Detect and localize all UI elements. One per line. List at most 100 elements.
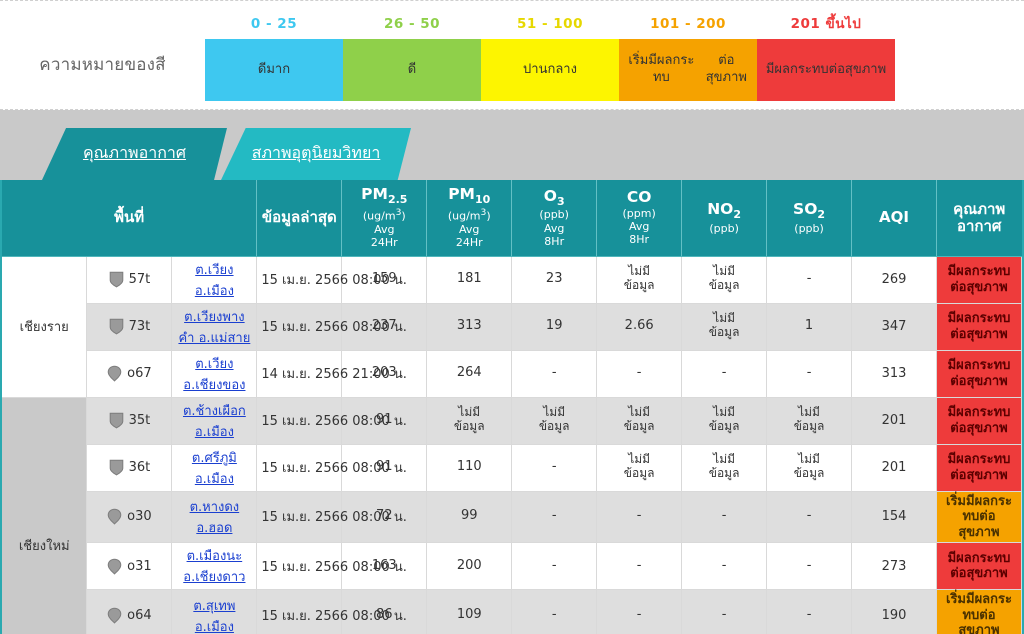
latest-data-cell: 15 เม.ย. 2566 08:00 น. [256, 397, 407, 445]
header-so2-name: SO [793, 199, 818, 218]
pm10-cell: 181 [426, 256, 513, 304]
station-cell: o67 [86, 350, 173, 398]
header-o3: O3 (ppb) Avg 8Hr [511, 180, 598, 257]
tab-meteorology[interactable]: สภาพอุตุนิยมวิทยา [221, 128, 411, 180]
air-quality-status-badge: เริ่มมีผลกระทบต่อ สุขภาพ [936, 491, 1023, 544]
area-cell: ต.สุเทพ อ.เมือง [171, 589, 258, 634]
aqi-cell: 273 [851, 542, 937, 591]
legend-range-1: 26 - 50 [383, 16, 441, 32]
area-link[interactable]: ต.เวียงพางคำ อ.แม่สาย [178, 310, 250, 346]
area-link[interactable]: ต.เวียง อ.เชียงของ [183, 357, 245, 393]
header-so2-sub: 2 [817, 207, 826, 221]
station-cell: o30 [86, 491, 173, 544]
pin-marker-icon [107, 365, 122, 382]
table-row: o67 ต.เวียง อ.เชียงของ 14 เม.ย. 2566 21:00… [2, 350, 1023, 398]
station-cell: 36t [86, 444, 173, 492]
no2-cell: - [681, 491, 768, 544]
legend-segment-3: 101 - 200 เริ่มมีผลกระทบ ต่อสุขภาพ [619, 9, 757, 101]
table-row: 36t ต.ศรีภูมิ อ.เมือง 15 เม.ย. 2566 08:00 … [2, 444, 1023, 492]
header-no2-name: NO [707, 199, 734, 218]
no2-cell: ไม่มี ข้อมูล [681, 256, 768, 304]
air-quality-table: พื้นที่ ข้อมูลล่าสุด PM2.5 (ug/m3) Avg 2… [2, 180, 1023, 634]
pm10-cell: 313 [426, 303, 513, 351]
table-row: 73t ต.เวียงพางคำ อ.แม่สาย 15 เม.ย. 2566 08… [2, 303, 1023, 351]
tab-air-quality-label: คุณภาพอากาศ [82, 142, 187, 162]
header-co-name: CO [626, 188, 652, 207]
legend-segment-0: 0 - 25 ดีมาก [205, 9, 343, 101]
header-pm25: PM2.5 (ug/m3) Avg 24Hr [341, 180, 428, 257]
legend-label-2: ปานกลาง [481, 39, 619, 101]
area-cell: ต.หางดง อ.ฮอด [171, 491, 258, 544]
header-no2-sub: 2 [733, 207, 741, 221]
table-row: o30 ต.หางดง อ.ฮอด 15 เม.ย. 2566 08:00 น. 72… [2, 491, 1023, 544]
o3-cell: - [511, 350, 598, 398]
air-quality-status-badge: มีผลกระทบต่อสุขภาพ [936, 542, 1023, 591]
station-code: 35t [128, 413, 151, 428]
so2-cell: - [766, 350, 853, 398]
area-cell: ต.ศรีภูมิ อ.เมือง [171, 444, 258, 492]
no2-cell: ไม่มี ข้อมูล [681, 444, 768, 492]
station-cell: 35t [86, 397, 173, 445]
station-code: o67 [127, 366, 152, 381]
station-cell: 57t [86, 256, 173, 304]
o3-cell: - [511, 491, 598, 544]
so2-cell: - [766, 256, 853, 304]
legend-range-0: 0 - 25 [250, 16, 298, 32]
table-row: o64 ต.สุเทพ อ.เมือง 15 เม.ย. 2566 08:00 น.… [2, 589, 1023, 634]
page-root: ความหมายของสี 0 - 25 ดีมาก 26 - 50 ดี 51 - 1… [0, 0, 1024, 634]
header-aqi: AQI [851, 180, 937, 257]
co-cell: 2.66 [596, 303, 683, 351]
legend-range-2: 51 - 100 [517, 16, 583, 32]
aqi-cell: 154 [851, 491, 937, 544]
legend-range-4: 201 ขึ้นไป [790, 16, 862, 32]
area-link[interactable]: ต.สุเทพ อ.เมือง [193, 599, 235, 634]
no2-cell: - [681, 542, 768, 591]
area-link[interactable]: ต.เวียง อ.เมือง [195, 263, 234, 299]
table-header: พื้นที่ ข้อมูลล่าสุด PM2.5 (ug/m3) Avg 2… [2, 180, 1022, 257]
so2-cell: - [766, 491, 853, 544]
area-link[interactable]: ต.เมืองนะ อ.เชียงดาว [183, 549, 245, 585]
co-cell: - [596, 589, 683, 634]
air-quality-status-badge: มีผลกระทบต่อสุขภาพ [936, 303, 1023, 351]
co-cell: ไม่มี ข้อมูล [596, 397, 683, 445]
latest-data-cell: 15 เม.ย. 2566 08:00 น. [256, 444, 407, 492]
header-pm10-unit: (ug/m [447, 209, 481, 223]
latest-data-cell: 15 เม.ย. 2566 08:00 น. [256, 589, 407, 634]
header-so2-unit: (ppb) [794, 221, 824, 235]
province-cell: เชียงใหม่ [2, 397, 88, 634]
table-row: เชียงราย 57t ต.เวียง อ.เมือง 15 เม.ย. 2566 … [2, 256, 1023, 398]
header-o3-hours: 8Hr [544, 234, 565, 248]
header-pm25-sub: 2.5 [387, 193, 408, 207]
header-pm25-unit-end: ) [401, 209, 406, 223]
header-quality: คุณภาพอากาศ [936, 180, 1022, 257]
area-link[interactable]: ต.หางดง อ.ฮอด [190, 500, 240, 536]
station-code: 36t [128, 460, 151, 475]
shield-marker-icon [109, 412, 124, 429]
station-code: o64 [127, 608, 152, 624]
latest-data-cell: 14 เม.ย. 2566 21:00 น. [256, 350, 407, 398]
area-link[interactable]: ต.ช้างเผือก อ.เมือง [183, 404, 246, 440]
area-link[interactable]: ต.ศรีภูมิ อ.เมือง [192, 451, 237, 487]
shield-marker-icon [109, 271, 124, 288]
pm10-cell: ไม่มี ข้อมูล [426, 397, 513, 445]
legend-label-3: เริ่มมีผลกระทบ ต่อสุขภาพ [619, 39, 757, 101]
aqi-cell: 201 [851, 397, 937, 445]
header-pm10-avg: Avg [459, 222, 480, 236]
aqi-cell: 190 [851, 589, 937, 634]
area-cell: ต.เมืองนะ อ.เชียงดาว [171, 542, 258, 591]
station-code: 73t [128, 319, 151, 334]
header-o3-name: O [543, 186, 557, 205]
pm10-cell: 264 [426, 350, 513, 398]
header-o3-sub: 3 [556, 194, 565, 208]
station-code: o31 [127, 558, 152, 574]
legend-range-3: 101 - 200 [650, 16, 726, 32]
shield-marker-icon [109, 459, 124, 476]
tab-air-quality[interactable]: คุณภาพอากาศ [42, 128, 227, 180]
header-pm10-hours: 24Hr [455, 236, 483, 250]
no2-cell: - [681, 589, 768, 634]
co-cell: ไม่มี ข้อมูล [596, 444, 683, 492]
header-no2: NO2 (ppb) [681, 180, 768, 257]
pm10-cell: 110 [426, 444, 513, 492]
legend-segment-4: 201 ขึ้นไป มีผลกระทบ ต่อสุขภาพ [757, 9, 895, 101]
area-cell: ต.เวียง อ.เมือง [171, 256, 258, 304]
